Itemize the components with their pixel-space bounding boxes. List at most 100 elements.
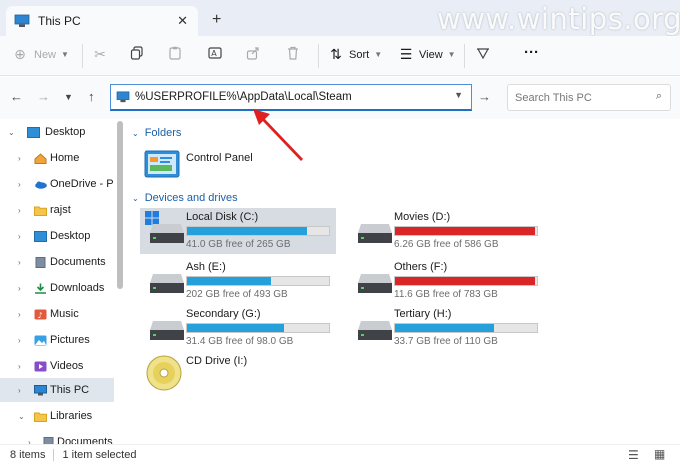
chevron-right-icon[interactable]: › [18, 180, 21, 189]
pictures-icon [34, 335, 47, 345]
close-tab-icon[interactable]: ✕ [177, 13, 188, 29]
divider [318, 44, 319, 68]
chevron-right-icon[interactable]: › [18, 206, 21, 215]
drive-free-space: 33.7 GB free of 110 GB [394, 336, 498, 347]
view-button[interactable]: ☰ View ▼ [398, 46, 456, 63]
sidebar-item-desktop-2[interactable]: › Desktop [0, 224, 114, 248]
drive-usage-bar [394, 226, 538, 236]
chevron-right-icon[interactable]: › [18, 232, 21, 241]
delete-button[interactable] [286, 46, 300, 60]
paste-button[interactable] [168, 46, 182, 60]
chevron-right-icon[interactable]: › [18, 386, 21, 395]
details-view-icon[interactable]: ☰ [628, 448, 639, 462]
drive-usage-bar [186, 276, 330, 286]
svg-text:A: A [211, 49, 217, 58]
tab-title: This PC [38, 14, 81, 28]
chevron-right-icon[interactable]: › [18, 362, 21, 371]
new-tab-button[interactable]: + [212, 11, 221, 29]
sidebar-item-rajst[interactable]: › rajst [0, 198, 114, 222]
drive-name: Tertiary (H:) [394, 308, 452, 320]
sidebar-item-music[interactable]: › ♪ Music [0, 302, 114, 326]
sidebar-item-videos[interactable]: › Videos [0, 354, 114, 378]
command-bar: ⊕ New ▼ ✂ A ⇅ Sort ▼ ☰ View ▼ ··· [0, 36, 680, 76]
clipboard-icon [169, 46, 181, 60]
folder-control-panel[interactable]: Control Panel [144, 149, 253, 181]
sidebar-item-desktop[interactable]: ⌄ Desktop [0, 120, 114, 144]
folders-section-header[interactable]: ⌄ Folders [132, 127, 181, 139]
sidebar-item-home[interactable]: › Home [0, 146, 114, 170]
search-input[interactable]: Search This PC ⌕ [507, 84, 671, 111]
chevron-down-icon: ▼ [61, 50, 69, 59]
rename-button[interactable]: A [208, 46, 222, 60]
title-bar: This PC ✕ + www.wintips.org [0, 0, 680, 36]
share-button[interactable] [246, 46, 260, 60]
drive-usage-fill [187, 277, 271, 285]
sidebar-item-library-documents[interactable]: › Documents [0, 430, 114, 444]
back-arrow-icon[interactable]: ← [10, 89, 23, 104]
sidebar-item-onedrive[interactable]: › OneDrive - Per [0, 172, 114, 196]
sidebar-item-this-pc[interactable]: › This PC [0, 378, 114, 402]
chevron-down-icon: ⌄ [132, 128, 139, 138]
recent-locations-icon[interactable]: ▼ [64, 92, 73, 102]
folder-icon [34, 206, 47, 216]
chevron-right-icon[interactable]: › [18, 258, 21, 267]
tab-this-pc[interactable]: This PC ✕ [6, 6, 198, 36]
drive-name: Movies (D:) [394, 211, 451, 223]
annotation-arrow [253, 109, 304, 161]
home-icon [34, 152, 47, 164]
drive-i[interactable]: CD Drive (I:) [140, 352, 336, 398]
chevron-down-icon[interactable]: ⌄ [8, 128, 15, 137]
filter-button[interactable] [476, 46, 490, 60]
sidebar-item-libraries[interactable]: ⌄ Libraries [0, 404, 114, 428]
hard-drive-icon [358, 224, 392, 243]
sidebar-item-documents[interactable]: › Documents [0, 250, 114, 274]
go-arrow-icon[interactable]: → [478, 89, 491, 104]
sort-button[interactable]: ⇅ Sort ▼ [328, 46, 382, 63]
drive-free-space: 31.4 GB free of 98.0 GB [186, 336, 294, 347]
drive-f[interactable]: Others (F:) 11.6 GB free of 783 GB [348, 258, 544, 304]
drive-name: Ash (E:) [186, 261, 226, 273]
chevron-down-icon[interactable]: ▼ [454, 90, 463, 100]
desktop-icon [34, 230, 47, 242]
hard-drive-icon [358, 274, 392, 293]
drive-e[interactable]: Ash (E:) 202 GB free of 493 GB [140, 258, 336, 304]
share-icon [246, 47, 259, 60]
view-icon: ☰ [399, 46, 413, 62]
drive-usage-fill [187, 324, 284, 332]
drive-g[interactable]: Secondary (G:) 31.4 GB free of 98.0 GB [140, 305, 336, 351]
drive-d[interactable]: Movies (D:) 6.26 GB free of 586 GB [348, 208, 544, 254]
chevron-down-icon[interactable]: ⌄ [18, 412, 25, 421]
address-path[interactable]: %USERPROFILE%\AppData\Local\Steam [135, 91, 352, 103]
copy-button[interactable] [130, 46, 144, 60]
chevron-right-icon[interactable]: › [18, 154, 21, 163]
sidebar-item-pictures[interactable]: › Pictures [0, 328, 114, 352]
document-icon [35, 256, 46, 268]
cut-button[interactable]: ✂ [92, 46, 108, 63]
chevron-right-icon[interactable]: › [18, 284, 21, 293]
music-icon: ♪ [34, 309, 47, 320]
chevron-right-icon[interactable]: › [18, 336, 21, 345]
search-icon[interactable]: ⌕ [656, 90, 662, 103]
chevron-right-icon[interactable]: › [18, 310, 21, 319]
new-button[interactable]: ⊕ New ▼ [12, 46, 69, 63]
selection-count: 1 item selected [62, 448, 137, 461]
sidebar-item-downloads[interactable]: › Downloads [0, 276, 114, 300]
drive-h[interactable]: Tertiary (H:) 33.7 GB free of 110 GB [348, 305, 544, 351]
sidebar-scrollbar[interactable] [117, 121, 123, 289]
drive-name: Secondary (G:) [186, 308, 261, 320]
more-button[interactable]: ··· [524, 44, 539, 61]
drive-usage-fill [187, 227, 307, 235]
navigation-bar: ← → ▼ ↑ %USERPROFILE%\AppData\Local\Stea… [0, 77, 680, 119]
copy-icon [130, 46, 143, 60]
trash-icon [288, 46, 298, 60]
devices-section-header[interactable]: ⌄ Devices and drives [132, 192, 238, 204]
folder-label: Control Panel [186, 152, 253, 164]
drive-usage-fill [395, 324, 494, 332]
drive-usage-fill [395, 227, 536, 235]
forward-arrow-icon[interactable]: → [37, 89, 50, 104]
computer-icon [116, 91, 130, 103]
tiles-view-icon[interactable]: ▦ [654, 447, 665, 461]
plus-icon: ⊕ [14, 46, 26, 62]
up-arrow-icon[interactable]: ↑ [88, 89, 95, 104]
drive-c[interactable]: Local Disk (C:) 41.0 GB free of 265 GB [140, 208, 336, 254]
